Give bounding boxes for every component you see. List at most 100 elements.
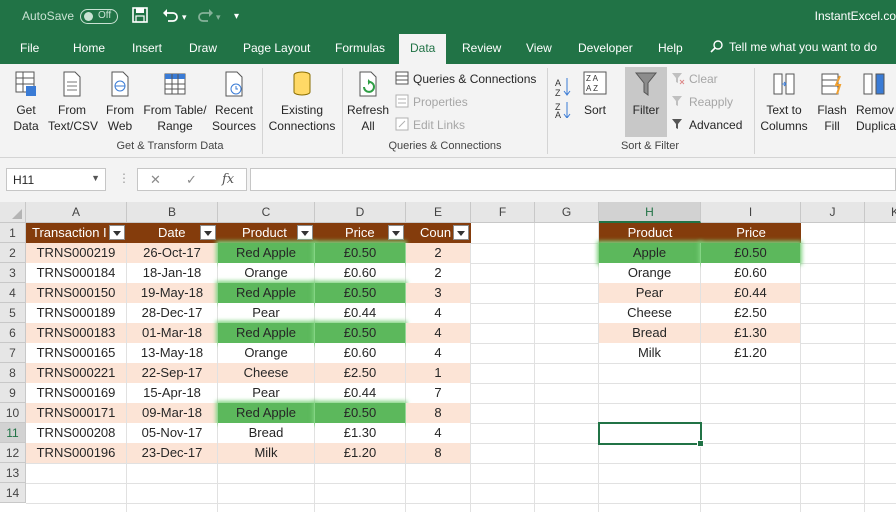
filter-dropdown-icon[interactable] [297,225,313,240]
cell-count[interactable]: 4 [406,423,470,443]
cell-count[interactable]: 8 [406,443,470,463]
cell-price[interactable]: £0.60 [315,263,405,283]
table-header-count[interactable]: Coun [406,223,471,243]
col-header-a[interactable]: A [26,202,127,223]
cell-price[interactable]: £0.50 [315,283,405,303]
cell-date[interactable]: 13-May-18 [127,343,217,363]
undo-dropdown-icon[interactable]: ▾ [182,12,187,23]
tab-file[interactable]: File [20,41,39,55]
col-header-e[interactable]: E [406,202,471,223]
queries-connections-button[interactable]: Queries & Connections [395,69,536,89]
cell-price[interactable]: £0.50 [315,323,405,343]
spreadsheet-grid[interactable]: A B C D E F G H I J K 1 2 3 4 5 6 7 8 9 … [0,202,896,512]
lookup-cell-price[interactable]: £0.44 [701,283,800,303]
lookup-header-product[interactable]: Product [599,223,701,243]
cell-date[interactable]: 28-Dec-17 [127,303,217,323]
lookup-cell-product[interactable]: Apple [599,243,700,263]
remove-duplicates-button[interactable]: Remov Duplica [856,70,896,134]
text-to-columns-button[interactable]: Text to Columns [758,70,810,134]
cell-count[interactable]: 4 [406,303,470,323]
col-header-i[interactable]: I [701,202,801,223]
lookup-cell-price[interactable]: £0.60 [701,263,800,283]
cell-count[interactable]: 4 [406,343,470,363]
cell-transaction-id[interactable]: TRNS000183 [26,323,126,343]
cell-product[interactable]: Pear [218,303,314,323]
cell-price[interactable]: £0.44 [315,303,405,323]
col-header-f[interactable]: F [471,202,535,223]
tab-home[interactable]: Home [73,41,105,55]
cell-transaction-id[interactable]: TRNS000196 [26,443,126,463]
cell-price[interactable]: £1.30 [315,423,405,443]
cell-date[interactable]: 22-Sep-17 [127,363,217,383]
cell-count[interactable]: 4 [406,323,470,343]
col-header-d[interactable]: D [315,202,406,223]
col-header-k[interactable]: K [865,202,896,223]
cell-product[interactable]: Orange [218,263,314,283]
table-header-price[interactable]: Price [315,223,406,243]
lookup-cell-price[interactable]: £1.30 [701,323,800,343]
tab-data[interactable]: Data [399,34,447,64]
formula-input[interactable] [250,168,896,191]
filter-dropdown-icon[interactable] [109,225,125,240]
row-header-7[interactable]: 7 [0,343,26,363]
row-header-13[interactable]: 13 [0,463,26,483]
lookup-header-price[interactable]: Price [701,223,801,243]
insert-function-icon[interactable]: fx [222,172,234,187]
cell-product[interactable]: Cheese [218,363,314,383]
filter-dropdown-icon[interactable] [453,225,469,240]
tab-help[interactable]: Help [658,41,683,55]
tab-page-layout[interactable]: Page Layout [243,41,310,55]
lookup-cell-product[interactable]: Milk [599,343,700,363]
cell-product[interactable]: Red Apple [218,283,314,303]
cell-transaction-id[interactable]: TRNS000171 [26,403,126,423]
cell-count[interactable]: 1 [406,363,470,383]
row-header-2[interactable]: 2 [0,243,26,263]
cell-date[interactable]: 19-May-18 [127,283,217,303]
table-header-date[interactable]: Date [127,223,218,243]
flash-fill-button[interactable]: Flash Fill [814,70,850,134]
filter-dropdown-icon[interactable] [200,225,216,240]
cell-count[interactable]: 3 [406,283,470,303]
row-header-5[interactable]: 5 [0,303,26,323]
refresh-all-button[interactable]: Refresh All [346,70,390,134]
tab-view[interactable]: View [526,41,552,55]
cell-transaction-id[interactable]: TRNS000184 [26,263,126,283]
cell-product[interactable]: Pear [218,383,314,403]
row-header-6[interactable]: 6 [0,323,26,343]
cell-transaction-id[interactable]: TRNS000165 [26,343,126,363]
row-header-3[interactable]: 3 [0,263,26,283]
cell-transaction-id[interactable]: TRNS000221 [26,363,126,383]
get-data-button[interactable]: Get Data [6,70,46,134]
tab-developer[interactable]: Developer [578,41,633,55]
row-header-10[interactable]: 10 [0,403,26,423]
lookup-cell-product[interactable]: Orange [599,263,700,283]
cell-price[interactable]: £0.60 [315,343,405,363]
row-header-1[interactable]: 1 [0,223,26,243]
cell-date[interactable]: 26-Oct-17 [127,243,217,263]
redo-icon[interactable] [198,7,214,27]
recent-sources-button[interactable]: Recent Sources [210,70,258,134]
advanced-filter-button[interactable]: Advanced [671,115,742,135]
lookup-cell-price[interactable]: £2.50 [701,303,800,323]
name-box-dropdown-icon[interactable]: ▼ [91,173,100,183]
cell-date[interactable]: 23-Dec-17 [127,443,217,463]
lookup-cell-product[interactable]: Pear [599,283,700,303]
row-header-9[interactable]: 9 [0,383,26,403]
lookup-cell-price[interactable]: £1.20 [701,343,800,363]
cell-date[interactable]: 18-Jan-18 [127,263,217,283]
cell-product[interactable]: Bread [218,423,314,443]
cell-transaction-id[interactable]: TRNS000208 [26,423,126,443]
col-header-c[interactable]: C [218,202,315,223]
tell-me-search[interactable]: Tell me what you want to do [710,40,877,54]
clear-filter-button[interactable]: Clear [671,69,718,89]
table-header-transaction-id[interactable]: Transaction I [26,223,127,243]
cell-price[interactable]: £0.50 [315,243,405,263]
cell-product[interactable]: Red Apple [218,243,314,263]
lookup-cell-price[interactable]: £0.50 [701,243,800,263]
cell-date[interactable]: 15-Apr-18 [127,383,217,403]
cell-price[interactable]: £2.50 [315,363,405,383]
tab-review[interactable]: Review [462,41,501,55]
customize-toolbar-icon[interactable]: ▾ [234,11,239,22]
cell-date[interactable]: 09-Mar-18 [127,403,217,423]
col-header-h[interactable]: H [599,202,701,223]
